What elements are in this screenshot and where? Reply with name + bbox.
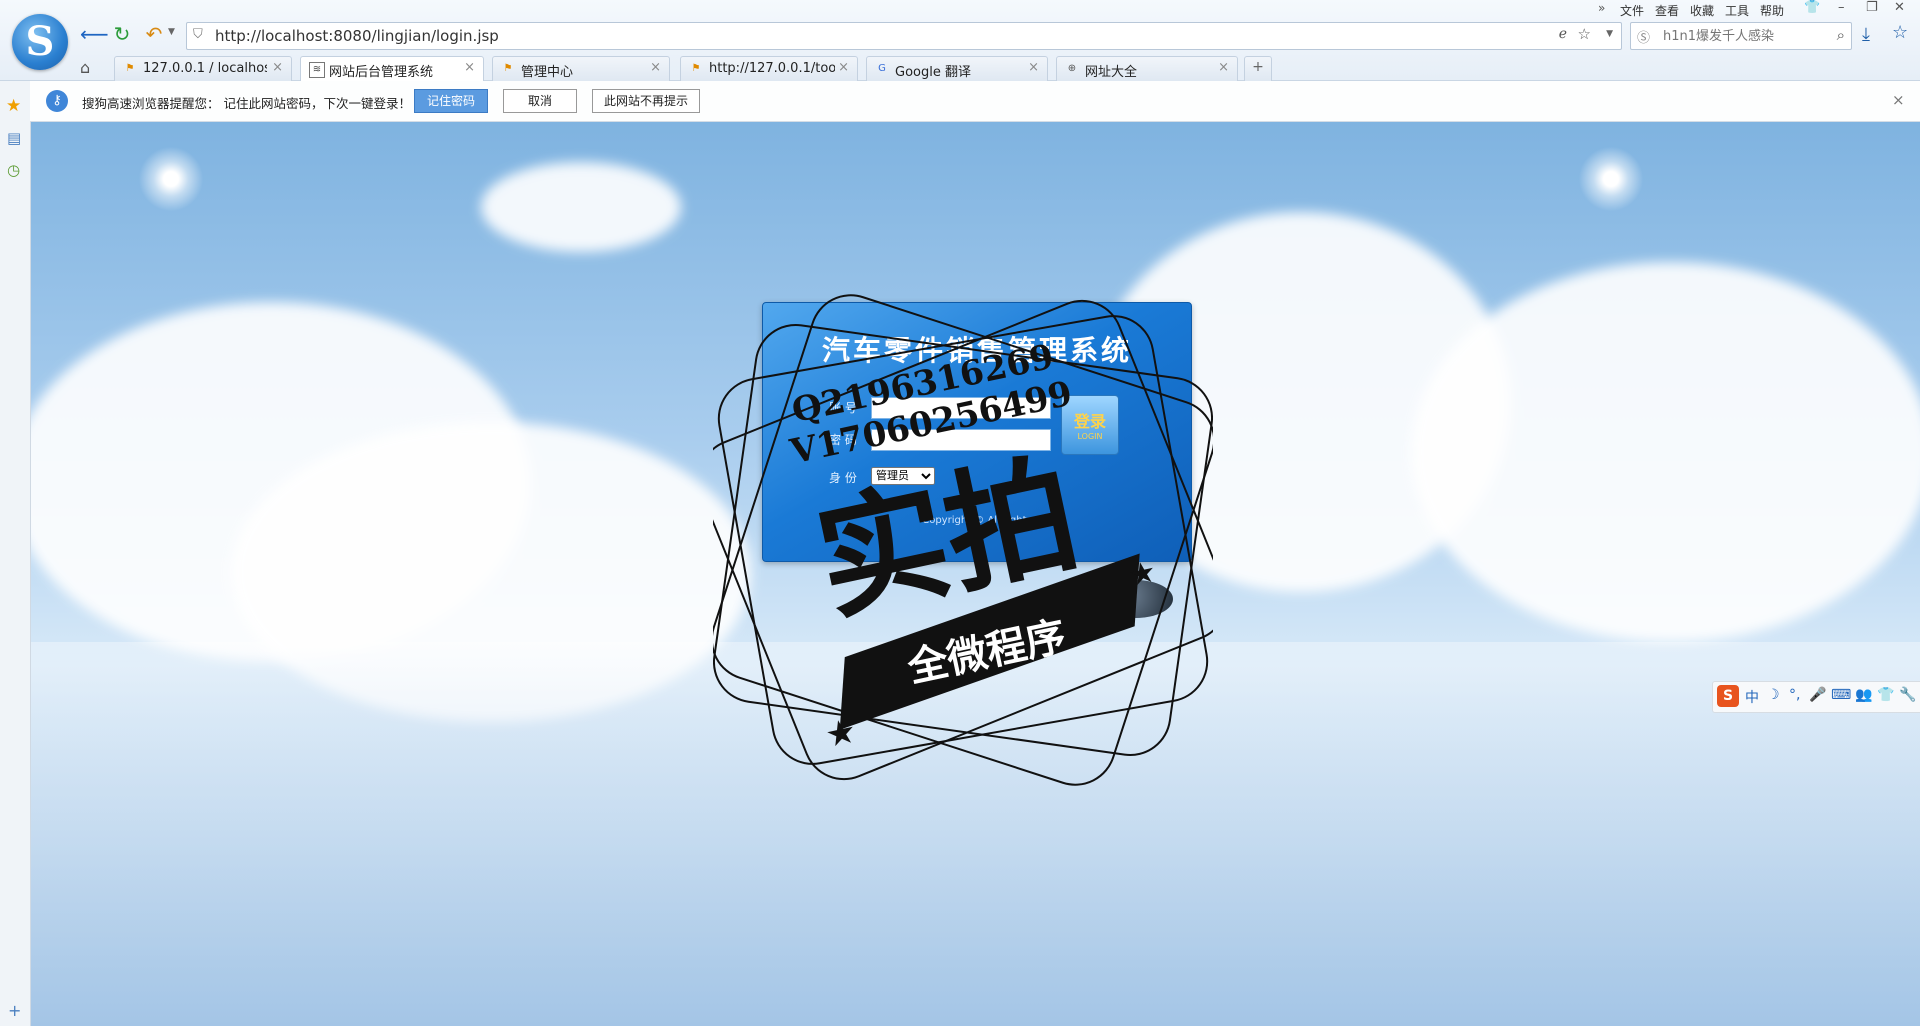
ie-mode-icon[interactable]: ℯ xyxy=(1559,26,1567,42)
pma-favicon-icon: ⚑ xyxy=(503,63,513,74)
url-text: http://localhost:8080/lingjian/login.jsp xyxy=(215,27,499,45)
cloud-right-2 xyxy=(1411,262,1920,642)
tab-close-icon[interactable]: × xyxy=(272,60,283,75)
search-icon[interactable]: ⌕ xyxy=(1837,26,1845,44)
restore-icon[interactable]: ❐ xyxy=(1866,0,1878,15)
tab-site-directory[interactable]: ⊕ 网址大全 × xyxy=(1056,56,1238,81)
search-input[interactable] xyxy=(1661,25,1825,47)
download-icon[interactable]: ⤓ xyxy=(1862,24,1870,45)
more-menu-icon[interactable]: » xyxy=(1598,1,1605,15)
menu-file[interactable]: 文件 xyxy=(1620,2,1644,19)
tab-management-center[interactable]: ⚑ 管理中心 × xyxy=(492,56,670,81)
sparkle-left xyxy=(136,144,206,214)
tab-close-icon[interactable]: × xyxy=(1028,60,1039,75)
undo-dropdown-icon[interactable]: ▼ xyxy=(168,27,175,37)
reader-icon[interactable]: ▤ xyxy=(7,129,21,147)
bookmark-star-icon[interactable]: ☆ xyxy=(1892,22,1908,43)
menu-favorites[interactable]: 收藏 xyxy=(1690,2,1714,19)
watermark-stamp: Q2196316269 V17060256499 实拍 全微程序 ★ ★ xyxy=(713,294,1213,786)
pma-favicon-icon: ⚑ xyxy=(691,63,701,74)
address-bar[interactable]: ⛉ http://localhost:8080/lingjian/login.j… xyxy=(186,22,1622,50)
favorite-star-icon[interactable]: ☆ xyxy=(1578,25,1591,43)
sogou-logo-icon: S xyxy=(12,14,68,70)
minimize-icon[interactable]: – xyxy=(1838,0,1845,15)
menu-view[interactable]: 查看 xyxy=(1655,2,1679,19)
ime-user-icon[interactable]: 👥 xyxy=(1855,687,1872,703)
key-icon: ⚷ xyxy=(46,90,68,112)
sidebar-add-icon[interactable]: + xyxy=(8,1001,21,1020)
undo-close-icon[interactable]: ↶ xyxy=(142,22,166,46)
ime-voice-icon[interactable]: 🎤 xyxy=(1809,687,1826,703)
ime-chinese-mode-icon[interactable]: 中 xyxy=(1745,687,1759,707)
ime-toolbar[interactable]: S 中 ☽ °, 🎤 ⌨ 👥 👕 🔧 xyxy=(1712,681,1920,713)
remember-password-button[interactable]: 记住密码 xyxy=(414,89,488,113)
page-favicon-icon: ≋ xyxy=(309,62,325,78)
ime-settings-icon[interactable]: 🔧 xyxy=(1899,687,1916,703)
ime-half-width-icon[interactable]: ☽ xyxy=(1767,687,1780,703)
password-notification-bar: ⚷ 搜狗高速浏览器提醒您： 记住此网站密码，下次一键登录！ 记住密码 取消 此网… xyxy=(30,81,1920,122)
browser-chrome: S ⟵ ↻ ↶ ▼ ⛉ http://localhost:8080/lingji… xyxy=(0,0,1920,82)
menu-help[interactable]: 帮助 xyxy=(1760,2,1784,19)
skin-icon[interactable]: 👕 xyxy=(1804,0,1820,15)
sparkle-right xyxy=(1576,144,1646,214)
search-box[interactable]: Ⓢ ⌕ xyxy=(1630,22,1852,50)
left-sidebar: ★ ▤ ◷ + xyxy=(0,81,31,1026)
home-icon[interactable]: ⌂ xyxy=(80,58,90,77)
new-tab-button[interactable]: + xyxy=(1244,56,1272,81)
cancel-button[interactable]: 取消 xyxy=(503,89,577,113)
tab-close-icon[interactable]: × xyxy=(464,60,475,75)
google-translate-favicon-icon: G xyxy=(878,63,886,74)
tab-google-translate[interactable]: G Google 翻译 × xyxy=(866,56,1048,81)
tab-close-icon[interactable]: × xyxy=(650,60,661,75)
search-engine-icon[interactable]: Ⓢ xyxy=(1637,27,1650,46)
pma-favicon-icon: ⚑ xyxy=(125,63,135,74)
cloud-small xyxy=(481,162,681,252)
ime-skin-icon[interactable]: 👕 xyxy=(1877,687,1894,703)
tab-admin-system[interactable]: ≋ 网站后台管理系统 × xyxy=(300,56,484,82)
globe-icon: ⊕ xyxy=(1067,63,1077,74)
tab-close-icon[interactable]: × xyxy=(838,60,849,75)
history-clock-icon[interactable]: ◷ xyxy=(7,161,20,179)
url-dropdown-icon[interactable]: ▼ xyxy=(1606,29,1613,39)
tab-phpmyadmin[interactable]: ⚑ 127.0.0.1 / localhost / × xyxy=(114,56,292,81)
watermark-star-right: ★ xyxy=(1126,554,1160,594)
refresh-icon[interactable]: ↻ xyxy=(110,22,134,46)
sogou-ime-logo-icon[interactable]: S xyxy=(1717,685,1739,707)
notification-close-icon[interactable]: × xyxy=(1892,91,1905,109)
menu-tools[interactable]: 工具 xyxy=(1725,2,1749,19)
ime-keyboard-icon[interactable]: ⌨ xyxy=(1831,687,1851,703)
window-close-icon[interactable]: ✕ xyxy=(1894,0,1905,15)
notification-text: 搜狗高速浏览器提醒您： 记住此网站密码，下次一键登录！ xyxy=(82,96,411,111)
shield-icon: ⛉ xyxy=(193,27,203,42)
never-prompt-button[interactable]: 此网站不再提示 xyxy=(592,89,700,113)
tab-tools[interactable]: ⚑ http://127.0.0.1/tools/ × xyxy=(680,56,858,81)
back-icon[interactable]: ⟵ xyxy=(80,22,109,46)
tab-close-icon[interactable]: × xyxy=(1218,60,1229,75)
favorites-star-icon[interactable]: ★ xyxy=(6,96,21,116)
ime-punctuation-icon[interactable]: °, xyxy=(1789,687,1800,703)
